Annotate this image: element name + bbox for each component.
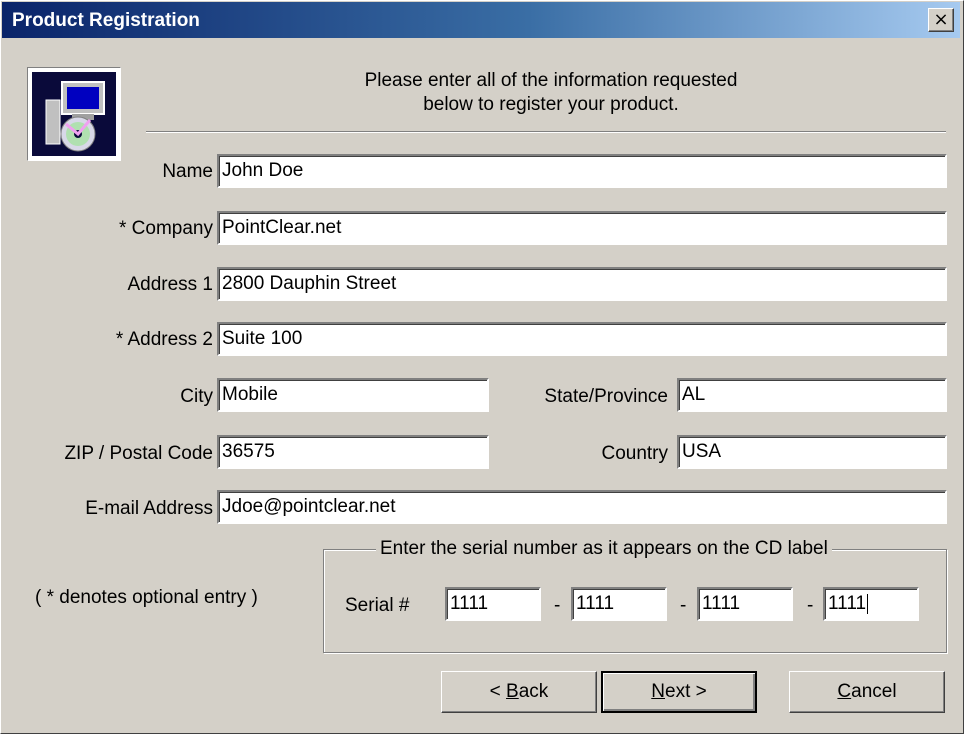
zip-label: ZIP / Postal Code <box>64 443 213 464</box>
intro-text: Please enter all of the information requ… <box>364 70 738 115</box>
product-registration-dialog: Product Registration × Please enter all … <box>0 0 964 734</box>
serial-part-1[interactable]: 1111 <box>445 587 541 621</box>
separator-line <box>146 131 946 133</box>
setup-computer-cd-icon <box>32 72 116 156</box>
country-label: Country <box>601 443 668 464</box>
serial-separator: - <box>807 595 814 616</box>
address2-label: * Address 2 <box>115 329 213 350</box>
serial-part-4[interactable]: 1111 <box>823 587 919 621</box>
city-field[interactable]: Mobile <box>217 378 489 412</box>
company-label: * Company <box>119 218 213 239</box>
serial-separator: - <box>554 595 561 616</box>
country-field[interactable]: USA <box>677 435 947 469</box>
zip-field[interactable]: 36575 <box>217 435 489 469</box>
email-label: E-mail Address <box>85 498 213 519</box>
serial-part-2[interactable]: 1111 <box>571 587 667 621</box>
email-field[interactable]: Jdoe@pointclear.net <box>217 490 947 524</box>
address1-label: Address 1 <box>127 274 213 295</box>
title-bar[interactable]: Product Registration × <box>2 2 960 38</box>
cancel-button[interactable]: Cancel <box>789 671 945 713</box>
setup-icon-frame <box>27 67 121 161</box>
company-field[interactable]: PointClear.net <box>217 211 947 245</box>
back-button[interactable]: < Back <box>441 671 597 713</box>
optional-note: ( * denotes optional entry ) <box>35 587 258 608</box>
state-label: State/Province <box>544 386 668 407</box>
address1-field[interactable]: 2800 Dauphin Street <box>217 267 947 301</box>
next-button[interactable]: Next > <box>601 671 757 713</box>
serial-part-3[interactable]: 1111 <box>697 587 793 621</box>
city-label: City <box>180 386 213 407</box>
close-button[interactable]: × <box>928 8 954 32</box>
serial-group-title: Enter the serial number as it appears on… <box>376 538 832 560</box>
text-cursor <box>867 593 869 614</box>
address2-field[interactable]: Suite 100 <box>217 322 947 356</box>
serial-part-4-value: 1111 <box>828 593 867 614</box>
name-field[interactable]: John Doe <box>217 154 947 188</box>
name-label: Name <box>162 161 213 182</box>
serial-label: Serial # <box>345 595 410 616</box>
window-title: Product Registration <box>12 10 200 31</box>
serial-separator: - <box>680 595 687 616</box>
close-icon: × <box>933 9 949 30</box>
state-field[interactable]: AL <box>677 378 947 412</box>
